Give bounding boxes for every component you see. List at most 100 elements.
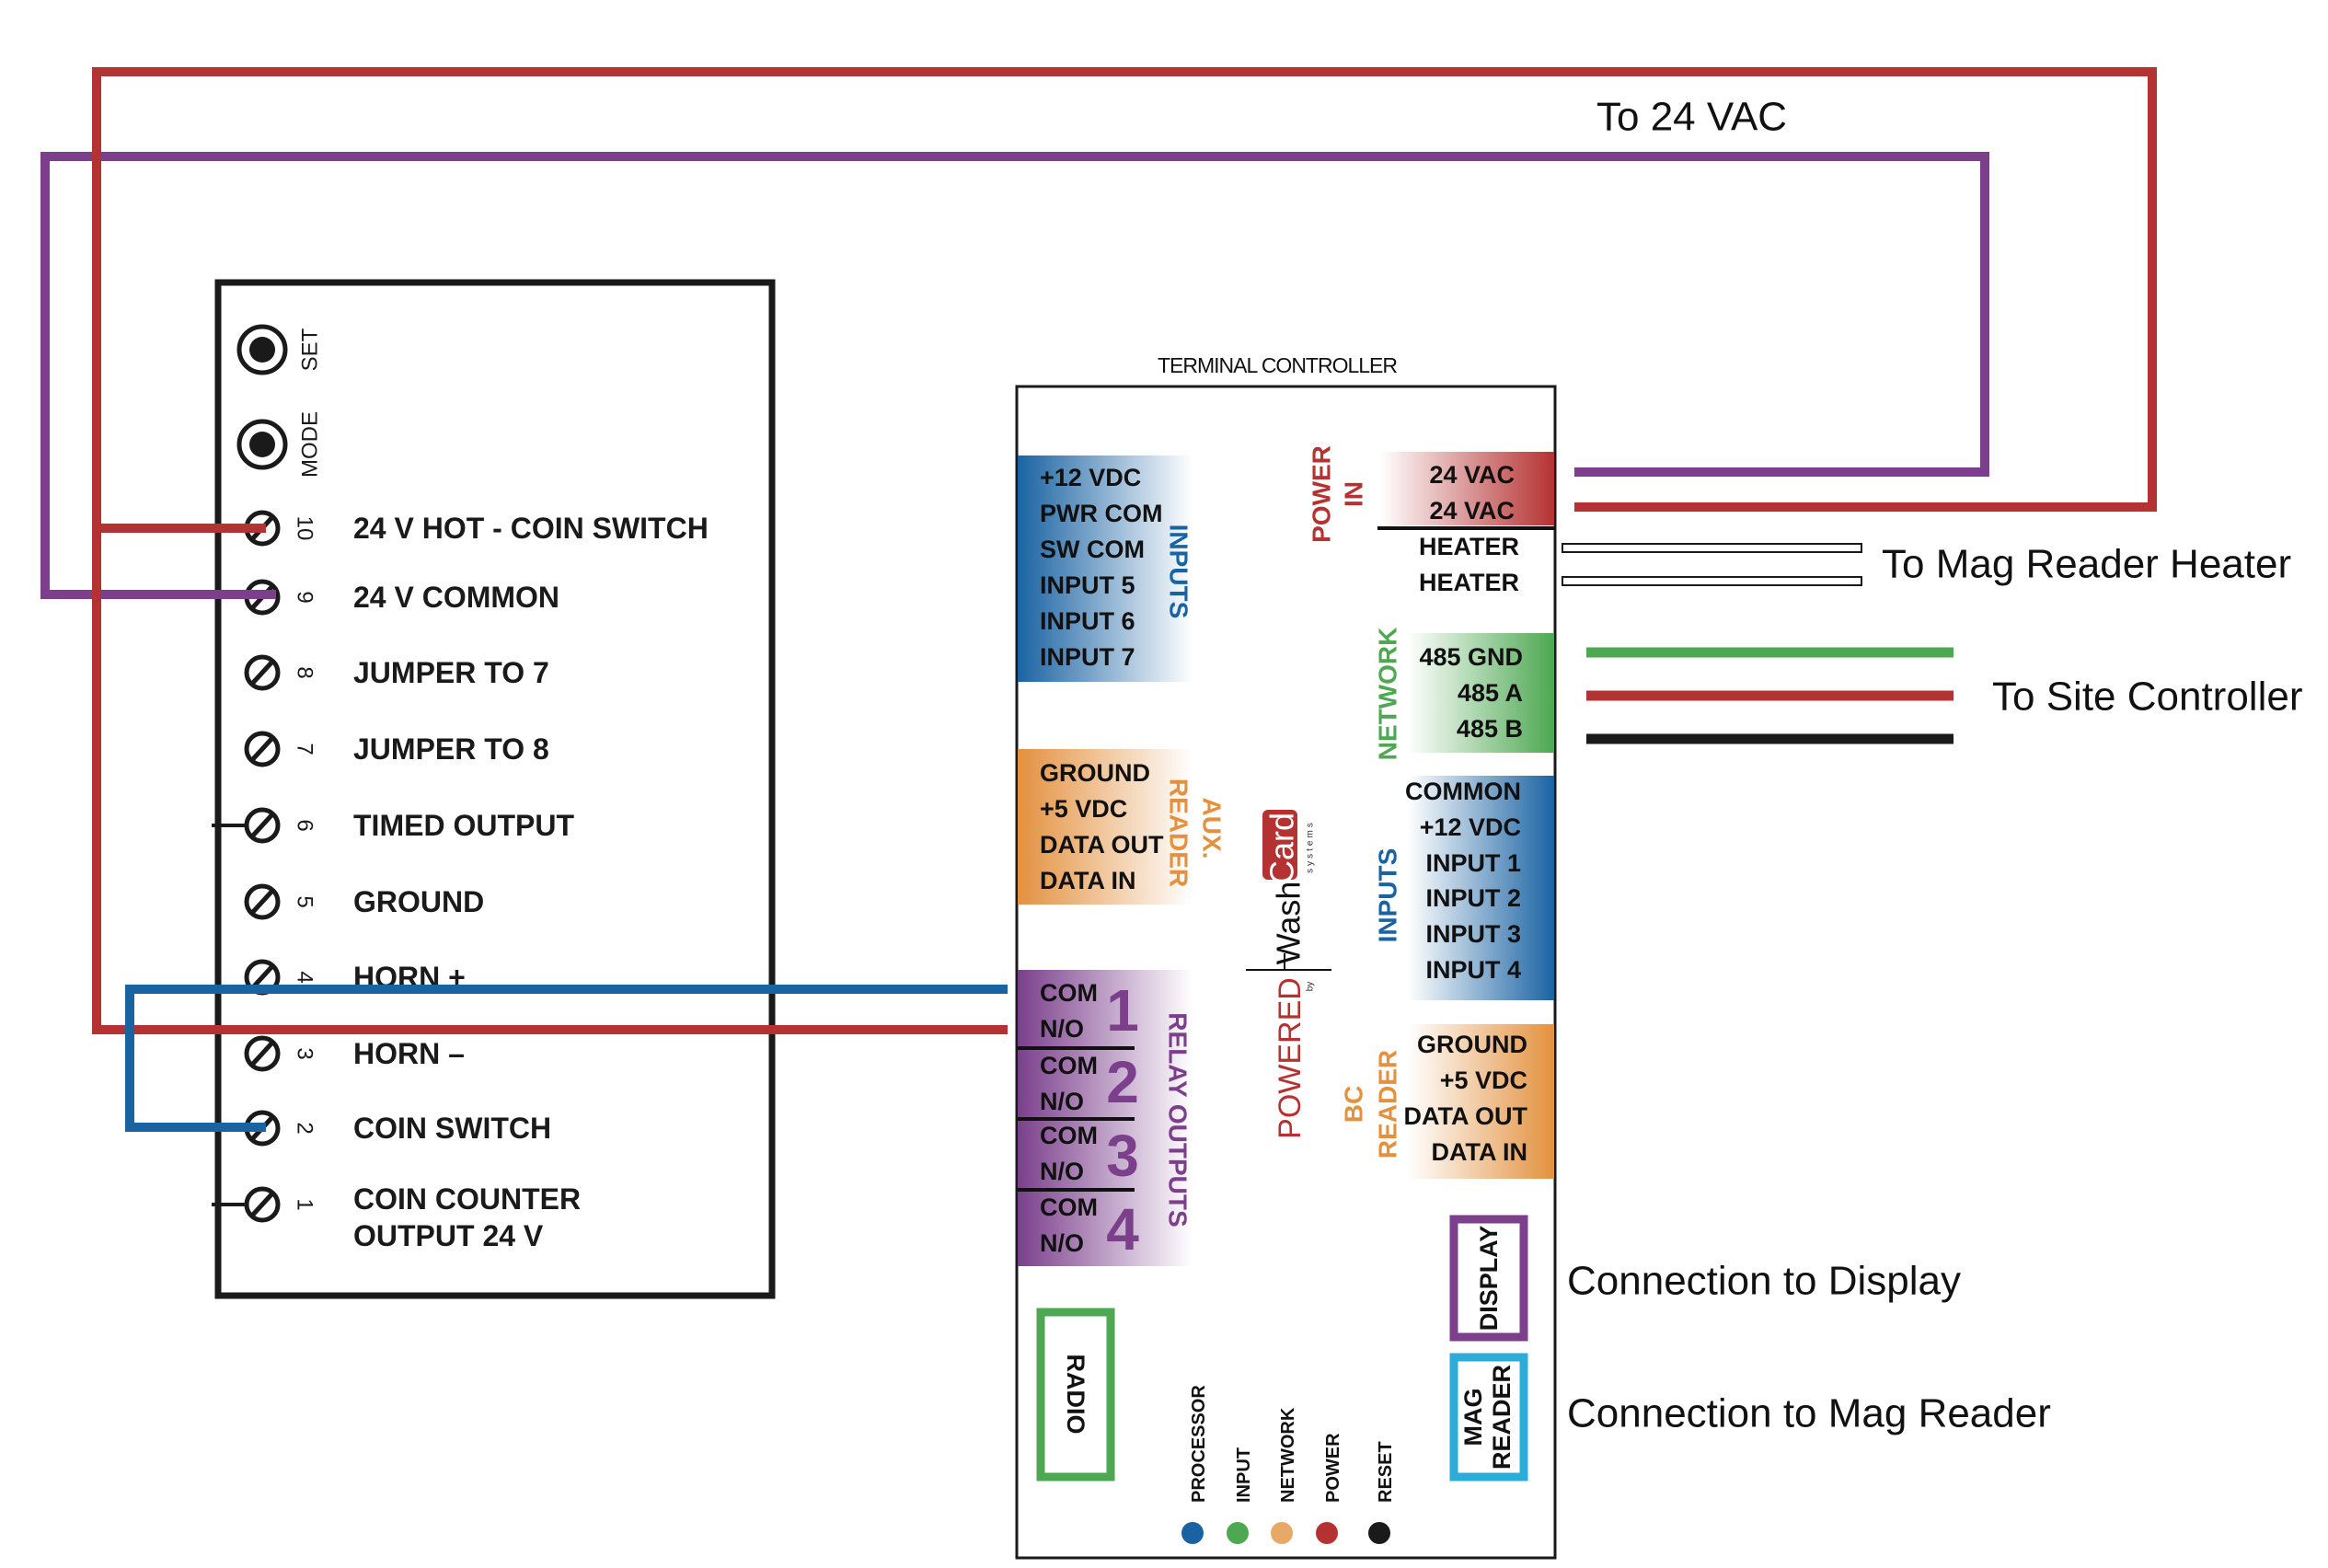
annotation-connection-display: Connection to Display [1567,1259,1961,1304]
power-in-label-2: IN [1340,481,1368,507]
relay-com: COM [1040,1193,1098,1221]
heater-label: HEATER [1419,569,1519,596]
pin-label: 485 A [1458,679,1523,707]
radio-port[interactable]: RADIO [1036,1308,1115,1482]
bc-reader-label-1: BC [1340,1086,1368,1123]
pin-label: +5 VDC [1040,795,1127,823]
heater-wire [1562,576,1862,586]
led-indicator-icon [1181,1522,1204,1544]
pin-label: PWR COM [1040,500,1162,527]
led-indicator-icon [1227,1522,1249,1544]
annotation-to-24vac: To 24 VAC [1596,95,1787,140]
led-indicator-icon[interactable] [1368,1522,1390,1544]
relay-number: 4 [1106,1196,1139,1262]
led-indicator-icon [1316,1522,1338,1544]
mag-reader-port-label-2: READER [1488,1365,1516,1470]
led-label: POWER [1323,1433,1343,1503]
power-in-label-1: POWER [1308,445,1336,543]
terminal-label: TIMED OUTPUT [353,809,574,842]
aux-reader-label-2: READER [1165,778,1193,887]
pin-label: DATA IN [1432,1138,1527,1166]
pin-label: +12 VDC [1420,813,1521,841]
right-inputs-label: INPUTS [1374,848,1402,943]
relay-no: N/O [1040,1229,1084,1257]
relay-number: 3 [1106,1123,1139,1189]
terminal-number: 4 [293,971,317,983]
led-label: INPUT [1234,1447,1254,1503]
pin-label: DATA OUT [1404,1102,1528,1130]
set-label: SET [298,328,323,371]
pin-label: COMMON [1405,778,1521,805]
pin-label: INPUT 1 [1425,849,1521,877]
radio-port-label: RADIO [1062,1355,1089,1435]
heater-label: HEATER [1419,533,1519,560]
relay-number: 1 [1106,977,1139,1043]
pin-label: INPUT 6 [1040,607,1135,635]
terminal-number: 8 [293,666,317,678]
pin-label: 485 B [1457,715,1523,743]
terminal-label: COIN SWITCH [353,1112,551,1145]
pin-label: GROUND [1417,1031,1527,1058]
network-label: NETWORK [1374,628,1402,761]
pin-label: GROUND [1040,759,1150,787]
display-port[interactable]: DISPLAY [1449,1215,1528,1342]
relay-no: N/O [1040,1088,1084,1115]
relay-outputs-label: RELAY OUTPUTS [1164,1012,1193,1227]
terminal-number: 2 [293,1122,317,1134]
led-indicator-icon [1271,1522,1293,1544]
pin-label: DATA IN [1040,867,1135,894]
pin-label: INPUT 4 [1425,956,1521,984]
terminal-number: 1 [293,1198,317,1210]
terminal-label: GROUND [353,885,484,918]
led-label: NETWORK [1278,1407,1298,1503]
aux-reader-label-1: AUX. [1198,798,1227,859]
controller-title: TERMINAL CONTROLLER [1158,353,1397,377]
terminal-label: JUMPER TO 8 [353,732,549,766]
relay-com: COM [1040,979,1098,1007]
terminal-10: 10 24 V HOT - COIN SWITCH [244,510,709,547]
pin-label: 485 GND [1419,643,1523,671]
annotation-to-mag-heater: To Mag Reader Heater [1882,542,2291,587]
terminal-label: HORN – [353,1037,465,1070]
pin-label: INPUT 5 [1040,571,1135,599]
pin-label: 24 VAC [1429,461,1515,489]
terminal-label: JUMPER TO 7 [353,656,549,689]
display-port-label: DISPLAY [1475,1226,1503,1332]
mag-reader-port[interactable]: MAG READER [1449,1353,1528,1482]
pin-label: +5 VDC [1440,1066,1527,1094]
pin-label: DATA OUT [1040,831,1164,859]
terminal-number: 7 [293,743,317,755]
relay-no: N/O [1040,1158,1084,1185]
pin-label: INPUT 2 [1425,884,1521,912]
logo-by: by [1306,982,1316,992]
logo-powered: POWERED [1273,977,1308,1139]
mag-reader-port-label-1: MAG [1459,1389,1487,1447]
relay-com: COM [1040,1122,1098,1149]
pin-label: SW COM [1040,536,1145,563]
logo-systems: systems [1306,820,1316,873]
relay-number: 2 [1106,1049,1139,1115]
wiring-diagram: SET MODE 10 24 V HOT - COIN SWITCH 9 24 V C… [40,67,2302,1560]
bc-reader-label-2: READER [1374,1050,1402,1159]
logo-wash: Wash [1270,882,1308,965]
terminal-label: 24 V COMMON [353,581,559,614]
terminal-label: 24 V HOT - COIN SWITCH [353,512,709,545]
terminal-label: COIN COUNTER [353,1182,581,1216]
terminal-number: 9 [293,591,317,603]
relay-com: COM [1040,1052,1098,1079]
relay-no: N/O [1040,1015,1084,1043]
mode-label: MODE [298,411,323,478]
terminal-label-line-2: OUTPUT 24 V [353,1219,544,1252]
pin-label: INPUT 3 [1425,920,1521,948]
annotation-to-site-controller: To Site Controller [1992,674,2302,720]
led-label: PROCESSOR [1189,1385,1209,1503]
annotation-connection-mag-reader: Connection to Mag Reader [1567,1391,2051,1436]
terminal-number: 3 [293,1047,317,1059]
pin-label: +12 VDC [1040,464,1141,491]
terminal-number: 5 [293,895,317,907]
led-label: RESET [1376,1441,1396,1503]
pin-label: 24 VAC [1429,497,1515,525]
terminal-number: 10 [293,516,317,541]
logo-card: Card [1263,813,1301,884]
heater-wire [1562,543,1862,553]
